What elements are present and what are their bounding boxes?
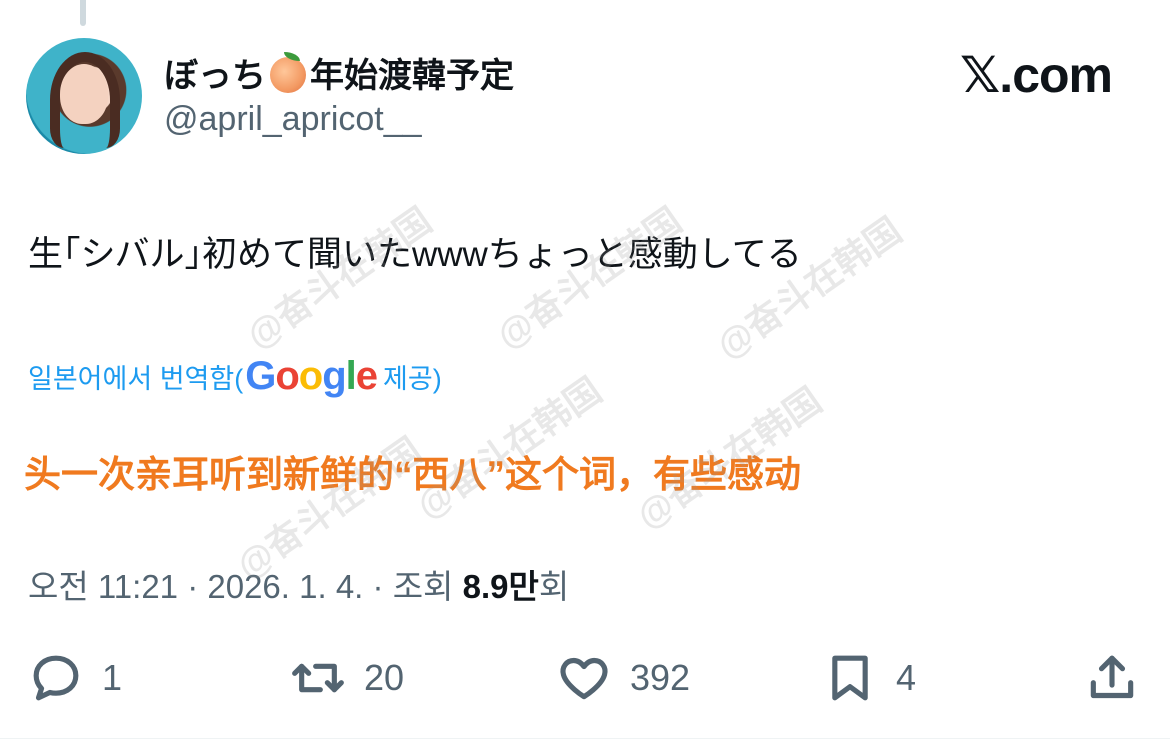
tweet-time[interactable]: 오전 11:21 (28, 568, 178, 605)
reply-button[interactable]: 1 (28, 640, 122, 716)
bookmark-button[interactable]: 4 (822, 640, 916, 716)
tweet-text: 生｢シバル｣初めて聞いたwwwちょっと感動してる (28, 235, 802, 274)
display-name-suffix: 年始渡韓予定 (310, 57, 514, 95)
google-letter: o (275, 354, 299, 398)
google-letter: e (355, 354, 378, 398)
bookmark-count: 4 (896, 657, 917, 698)
tweet-date[interactable]: 2026. 1. 4. (207, 568, 363, 605)
tweet-meta: 오전 11:21 · 2026. 1. 4. · 조회 8.9만회 (28, 560, 569, 608)
reply-icon (33, 655, 79, 701)
x-brand-logo: 𝕏.com (960, 47, 1113, 103)
share-button[interactable] (1084, 640, 1140, 716)
retweet-count: 20 (364, 657, 405, 698)
display-name-text: ぼっち (164, 57, 266, 95)
peach-emoji-icon (270, 51, 306, 93)
meta-separator: · (372, 568, 384, 605)
display-name[interactable]: ぼっち 年始渡韓予定 (164, 48, 514, 97)
views-label: 조회 (392, 568, 454, 605)
user-handle[interactable]: @april_apricot__ (164, 100, 422, 139)
translation-note-prefix: 일본어에서 번역함( (28, 364, 244, 394)
google-letter: g (322, 354, 346, 398)
meta-separator: · (187, 568, 199, 605)
like-button[interactable]: 392 (556, 640, 690, 716)
like-icon (560, 657, 608, 700)
like-count: 392 (630, 657, 691, 698)
google-letter: o (298, 354, 323, 398)
google-letter: G (245, 354, 276, 398)
translation-note[interactable]: 일본어에서 번역함( Google 제공) (28, 354, 442, 399)
bookmark-icon (832, 655, 868, 701)
views-count: 8.9만 (462, 568, 539, 605)
thread-connector-line (80, 0, 86, 26)
retweet-icon (292, 663, 344, 693)
translation-note-suffix: 제공) (383, 364, 442, 394)
action-bar: 1 20 392 4 (0, 640, 1170, 716)
share-icon (1090, 655, 1134, 699)
avatar[interactable] (26, 38, 142, 154)
reply-count: 1 (102, 657, 123, 698)
avatar-face (60, 64, 108, 124)
google-letter: l (345, 354, 357, 398)
retweet-button[interactable]: 20 (290, 640, 404, 716)
google-logo: Google (245, 354, 378, 399)
translated-caption: 头一次亲耳听到新鲜的“西八”这个词，有些感动 (24, 454, 801, 495)
views-suffix: 회 (538, 568, 570, 605)
